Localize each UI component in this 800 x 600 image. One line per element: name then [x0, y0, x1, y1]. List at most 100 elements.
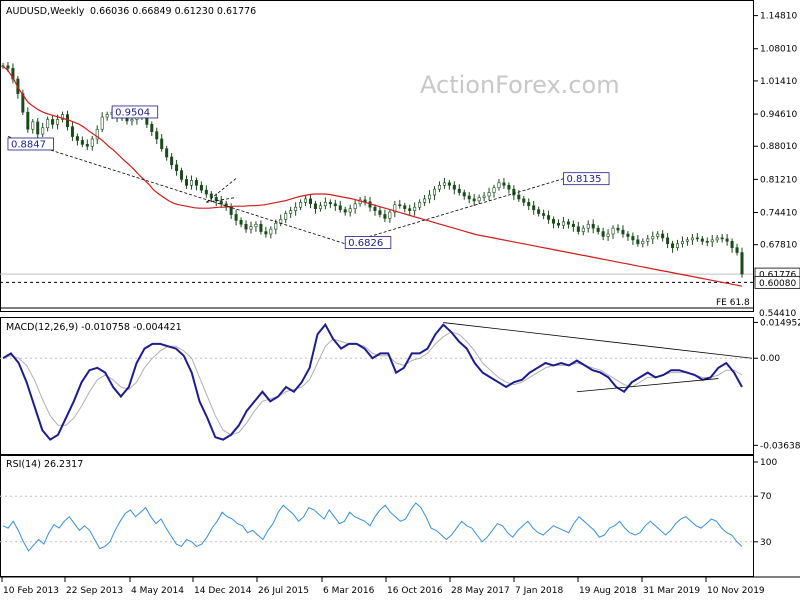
- candle-body: [204, 189, 208, 195]
- candle-body: [294, 206, 298, 211]
- candle-body: [472, 198, 476, 202]
- candle-body: [502, 182, 506, 186]
- candle-body: [576, 226, 580, 232]
- x-tick-label: 6 Mar 2016: [323, 586, 375, 596]
- candle-body: [413, 206, 417, 211]
- candle-body: [522, 198, 526, 203]
- candle-body: [631, 236, 635, 241]
- candle-body: [130, 119, 134, 122]
- price-y-axis: 1.14810 1.08010 1.01410 0.94610 0.88010 0.812…: [753, 12, 797, 251]
- candle-body: [259, 223, 263, 232]
- candle-body: [586, 223, 590, 229]
- x-tick-label: 7 Jan 2018: [515, 586, 563, 596]
- price-y-tick-label: 1.14810: [760, 12, 797, 22]
- macd-title: MACD(12,26,9) -0.010758 -0.004421: [6, 322, 182, 333]
- candle-body: [284, 213, 288, 220]
- candle-body: [6, 65, 10, 69]
- candle-body: [705, 241, 709, 243]
- candle-body: [264, 231, 268, 235]
- candle-body: [646, 238, 650, 242]
- price-annotation-label: 0.9504: [115, 107, 150, 118]
- candle-body: [199, 184, 203, 191]
- candle-body: [740, 252, 744, 275]
- candle-body: [666, 237, 670, 245]
- x-tick-label: 10 Nov 2019: [707, 586, 765, 596]
- candle-body: [671, 243, 675, 248]
- price-y-tick-label: 0.67810: [760, 241, 797, 251]
- candle-body: [388, 211, 392, 219]
- price-y-tick-label: 1.01410: [760, 77, 797, 87]
- candle-body: [532, 205, 536, 210]
- candle-body: [175, 164, 179, 171]
- candle-body: [338, 205, 342, 210]
- candle-body: [244, 223, 248, 230]
- candle-body: [408, 208, 412, 211]
- candle-body: [189, 180, 193, 186]
- candle-body: [323, 202, 327, 207]
- candle-body: [477, 197, 481, 202]
- rsi-y-tick-label: 100: [760, 458, 777, 468]
- price-annotation-label: 0.6826: [348, 238, 383, 249]
- candle-body: [51, 119, 55, 125]
- candle-body: [432, 188, 436, 196]
- candle-body: [547, 215, 551, 220]
- price-trendline: [7, 136, 346, 245]
- candle-body: [497, 182, 501, 189]
- candle-body: [313, 203, 317, 209]
- macd-trendline-lower: [576, 378, 719, 393]
- candle-body: [170, 156, 174, 166]
- candle-body: [527, 202, 531, 207]
- candle-body: [85, 144, 89, 147]
- candle-body: [348, 208, 352, 213]
- candle-body: [249, 226, 253, 230]
- candle-body: [452, 184, 456, 190]
- candle-body: [165, 148, 169, 158]
- candle-body: [100, 116, 104, 130]
- candle-body: [447, 182, 451, 186]
- x-tick-label: 19 Aug 2018: [579, 586, 637, 596]
- candle-body: [700, 238, 704, 242]
- candle-body: [651, 236, 655, 240]
- price-pane: [0, 0, 754, 312]
- candle-body: [676, 243, 680, 248]
- candle-body: [641, 241, 645, 245]
- candle-body: [353, 203, 357, 209]
- candle-body: [512, 188, 516, 196]
- rsi-pane: [0, 455, 754, 577]
- candle-body: [492, 187, 496, 193]
- candle-body: [695, 237, 699, 240]
- candle-body: [160, 138, 164, 150]
- candle-body: [75, 136, 79, 141]
- price-annotation-label: 0.8135: [566, 174, 601, 185]
- symbol-title: AUDUSD,Weekly: [6, 6, 85, 17]
- price-y-tick-label: 0.74410: [760, 209, 797, 219]
- candle-body: [636, 239, 640, 245]
- macd-trendline-upper: [443, 322, 753, 359]
- candle-body: [487, 192, 491, 197]
- price-y-tick-label: 0.81210: [760, 175, 797, 185]
- price-y-tick-label: 1.08010: [760, 45, 797, 55]
- candle-body: [690, 237, 694, 241]
- rsi-y-axis: 100 70 30: [753, 458, 777, 548]
- price-level-label: 0.60080: [759, 279, 796, 289]
- fe-label: FE 61.8: [716, 298, 750, 308]
- candle-body: [596, 227, 600, 232]
- candle-body: [194, 180, 198, 186]
- candle-body: [442, 182, 446, 186]
- candle-body: [318, 205, 322, 209]
- chart-canvas: ActionForex.com AUDUSD,Weekly 0.66036 0.…: [0, 0, 800, 596]
- moving-average-line: [2, 65, 743, 287]
- x-tick-label: 4 May 2014: [131, 586, 184, 596]
- candle-body: [80, 140, 84, 145]
- macd-trendlines: [443, 322, 753, 393]
- candle-body: [482, 195, 486, 198]
- candle-body: [269, 228, 273, 235]
- candle-body: [219, 200, 223, 205]
- candle-body: [383, 214, 387, 219]
- x-tick-label: 14 Dec 2014: [194, 586, 252, 596]
- x-tick-label: 26 Jul 2015: [258, 586, 309, 596]
- candle-body: [70, 126, 74, 137]
- candle-body: [254, 223, 258, 228]
- candle-body: [680, 241, 684, 245]
- candle-body: [601, 231, 605, 237]
